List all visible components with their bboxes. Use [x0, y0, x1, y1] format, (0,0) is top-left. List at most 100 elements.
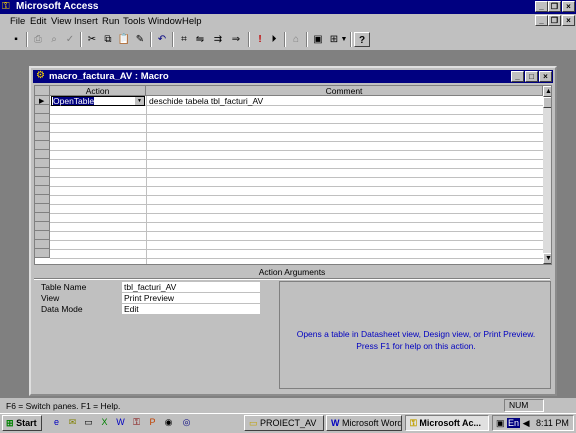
menu-run[interactable]: Run	[102, 16, 119, 27]
grid-vertical-scrollbar[interactable]: ▲ ▼	[543, 86, 551, 264]
menu-bar: File Edit View Insert Run Tools Window H…	[0, 14, 576, 29]
column-header-comment[interactable]: Comment	[146, 86, 543, 96]
row-selector[interactable]	[35, 150, 50, 159]
arg-value-data-mode[interactable]: Edit	[122, 304, 260, 314]
row-selector[interactable]	[35, 177, 50, 186]
row-selector[interactable]	[35, 168, 50, 177]
outlook-icon[interactable]: ✉	[67, 417, 78, 428]
language-indicator[interactable]: En	[507, 418, 521, 428]
scroll-down-arrow-icon[interactable]: ▼	[543, 253, 551, 264]
minimize-button[interactable]: _	[535, 1, 548, 12]
print-icon[interactable]: ⎙	[30, 32, 46, 47]
copy-icon[interactable]: ⧉	[100, 32, 116, 47]
arg-value-table-name[interactable]: tbl_facturi_AV	[122, 282, 260, 292]
app-title-bar[interactable]: ⚿ Microsoft Access _ ❐ ×	[0, 0, 576, 14]
macro-minimize-button[interactable]: _	[511, 71, 524, 82]
close-button[interactable]: ×	[562, 1, 575, 12]
menu-view[interactable]: View	[51, 16, 71, 27]
column-header-action[interactable]: Action	[50, 86, 146, 96]
task-proiect-av[interactable]: ▭ PROIECT_AV	[244, 415, 324, 431]
clock: 8:11 PM	[536, 418, 569, 428]
comment-value[interactable]: deschide tabela tbl_facturi_AV	[149, 96, 263, 106]
menu-file[interactable]: File	[10, 16, 25, 27]
start-button[interactable]: ⊞ Start	[2, 415, 42, 431]
insert-rows-icon[interactable]: ⇉	[210, 32, 226, 47]
action-cell[interactable]: OpenTable ▼	[51, 96, 145, 106]
row-selector[interactable]	[35, 141, 50, 150]
print-preview-icon[interactable]: ⌕	[46, 32, 62, 47]
build-icon[interactable]: ⌂	[288, 32, 304, 47]
format-painter-icon[interactable]: ✎	[132, 32, 148, 47]
task-microsoft-word[interactable]: W Microsoft Word ...	[326, 415, 402, 431]
task-microsoft-access[interactable]: ⚿ Microsoft Ac...	[405, 415, 489, 431]
volume-icon[interactable]: ◀	[523, 418, 530, 428]
action-dropdown-button[interactable]: ▼	[135, 97, 144, 105]
row-gridline	[50, 168, 543, 169]
chevron-down-icon[interactable]: ▼	[340, 32, 348, 47]
macro-grid[interactable]: Action Comment ▶ OpenTable ▼ deschide ta…	[34, 85, 552, 265]
row-selector[interactable]	[35, 240, 50, 249]
row-selector[interactable]	[35, 222, 50, 231]
row-selector[interactable]	[35, 132, 50, 141]
action-help-text: Opens a table in Datasheet view, Design …	[296, 329, 536, 351]
macro-window: ⚙ macro_factura_AV : Macro _ □ × Action …	[29, 66, 557, 396]
row-selector[interactable]	[35, 249, 50, 258]
access-icon[interactable]: ⚿	[131, 417, 142, 428]
arg-label-table-name: Table Name	[41, 282, 87, 292]
child-restore-button[interactable]: ❐	[548, 15, 561, 26]
arg-value-view[interactable]: Print Preview	[122, 293, 260, 303]
row-selector[interactable]	[35, 231, 50, 240]
column-gridline	[146, 96, 147, 264]
macro-close-button[interactable]: ×	[539, 71, 552, 82]
row-selector-current-icon: ▶	[39, 98, 45, 105]
scroll-up-arrow-icon[interactable]: ▲	[543, 86, 551, 97]
task-label: PROIECT_AV	[260, 418, 317, 428]
paste-icon[interactable]: 📋	[116, 32, 132, 47]
menu-tools[interactable]: Tools	[123, 16, 145, 27]
row-selector[interactable]	[35, 195, 50, 204]
macro-names-icon[interactable]: ⌗	[176, 32, 192, 47]
single-step-icon[interactable]: ⏵	[266, 32, 282, 47]
network-icon[interactable]: ◎	[181, 417, 192, 428]
powerpoint-icon[interactable]: P	[147, 417, 158, 428]
child-minimize-button[interactable]: _	[535, 15, 548, 26]
toolbar-separator	[172, 32, 174, 47]
row-gridline	[50, 114, 543, 115]
macro-maximize-button[interactable]: □	[525, 71, 538, 82]
toolbar-separator	[350, 32, 352, 47]
conditions-icon[interactable]: ⇋	[192, 32, 208, 47]
restore-button[interactable]: ❐	[548, 1, 561, 12]
undo-icon[interactable]: ↶	[154, 32, 170, 47]
database-window-icon[interactable]: ▣	[310, 32, 326, 47]
menu-insert[interactable]: Insert	[74, 16, 98, 27]
row-selector[interactable]	[35, 123, 50, 132]
grid-corner	[35, 86, 50, 96]
row-gridline	[50, 258, 543, 259]
macro-window-title-bar[interactable]: ⚙ macro_factura_AV : Macro _ □ ×	[33, 70, 553, 83]
row-selector[interactable]	[35, 213, 50, 222]
child-close-button[interactable]: ×	[562, 15, 575, 26]
row-gridline	[50, 249, 543, 250]
task-label: Microsoft Word ...	[342, 418, 402, 428]
row-selector[interactable]	[35, 186, 50, 195]
excel-icon[interactable]: X	[99, 417, 110, 428]
row-selector[interactable]	[35, 159, 50, 168]
row-selector[interactable]	[35, 114, 50, 123]
menu-edit[interactable]: Edit	[30, 16, 46, 27]
desktop-icon[interactable]: ▭	[83, 417, 94, 428]
scroll-thumb[interactable]	[543, 97, 551, 108]
row-selector[interactable]	[35, 105, 50, 114]
internet-explorer-icon[interactable]: e	[51, 417, 62, 428]
menu-help[interactable]: Help	[182, 16, 202, 27]
app-icon[interactable]: ◉	[163, 417, 174, 428]
save-icon[interactable]: ▪	[8, 32, 24, 47]
menu-window[interactable]: Window	[148, 16, 182, 27]
delete-rows-icon[interactable]: ⇒	[228, 32, 244, 47]
word-icon[interactable]: W	[115, 417, 126, 428]
tray-icon[interactable]: ▣	[496, 418, 505, 428]
row-selector[interactable]	[35, 204, 50, 213]
cut-icon[interactable]: ✂	[84, 32, 100, 47]
spelling-icon[interactable]: ✓	[62, 32, 78, 47]
help-icon[interactable]: ?	[354, 32, 370, 47]
macro-window-title: macro_factura_AV : Macro	[49, 71, 169, 82]
